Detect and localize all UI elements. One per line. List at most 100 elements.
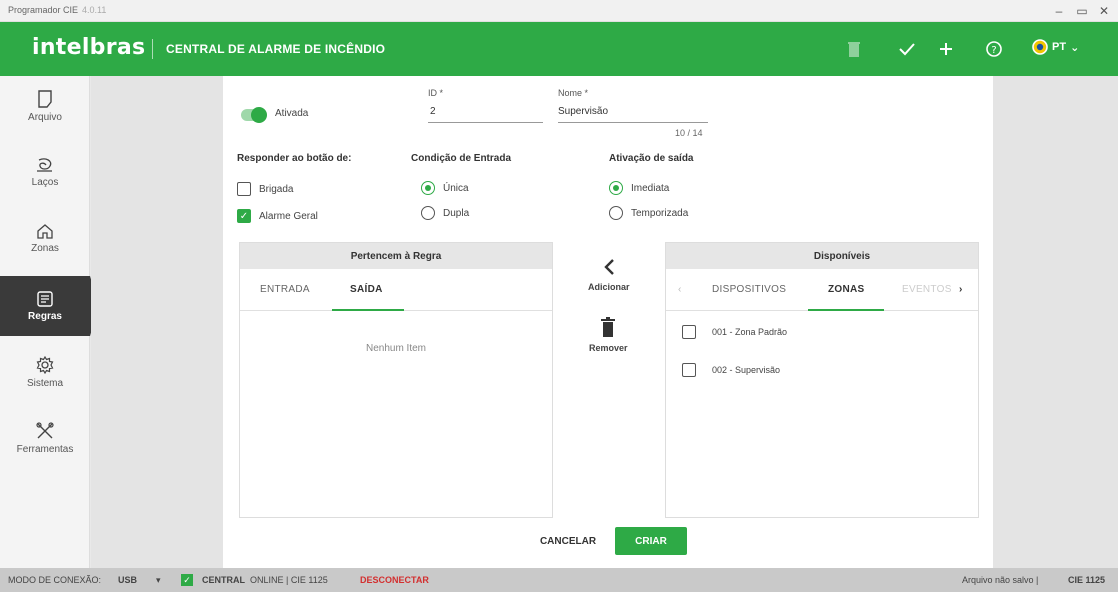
available-tabs: ‹ DISPOSITIVOS ZONAS EVENTOS ›: [666, 269, 978, 311]
sidebar-item-label: Regras: [28, 310, 62, 322]
loop-icon: [37, 157, 52, 172]
exit-activation-title: Ativação de saída: [609, 153, 694, 164]
rule-members-panel: Pertencem à Regra ENTRADA SAÍDA Nenhum I…: [239, 242, 553, 518]
empty-list-message: Nenhum Item: [365, 343, 427, 354]
chevron-down-icon[interactable]: ▾: [156, 575, 161, 586]
disconnect-link[interactable]: DESCONECTAR: [360, 575, 429, 585]
brand-logo: intelbras: [32, 35, 146, 60]
checkbox-alarme-geral[interactable]: ✓ Alarme Geral: [237, 209, 318, 223]
active-tab-indicator: [808, 309, 884, 311]
cancel-button[interactable]: CANCELAR: [531, 527, 605, 555]
tab-eventos[interactable]: EVENTOS: [902, 284, 952, 295]
checkbox-box[interactable]: [682, 363, 696, 377]
list-item[interactable]: 001 - Zona Padrão: [682, 325, 787, 339]
language-code: PT: [1052, 41, 1067, 53]
remove-button[interactable]: Remover: [589, 317, 628, 353]
create-button[interactable]: CRIAR: [615, 527, 687, 555]
radio-button-checked[interactable]: [609, 181, 623, 195]
sidebar-item-sistema[interactable]: Sistema: [0, 342, 90, 402]
sidebar-item-ferramentas[interactable]: Ferramentas: [0, 408, 90, 468]
checkbox-box-checked[interactable]: ✓: [237, 209, 251, 223]
sidebar-item-label: Sistema: [26, 377, 64, 389]
trash-icon: [601, 317, 616, 337]
sidebar-item-lacos[interactable]: Laços: [0, 142, 90, 202]
checkbox-brigada[interactable]: Brigada: [237, 182, 293, 196]
plus-icon[interactable]: [932, 35, 960, 63]
sidebar-item-label: Arquivo: [28, 111, 62, 123]
radio-button[interactable]: [609, 206, 623, 220]
sidebar-item-label: Ferramentas: [16, 443, 74, 455]
list-item[interactable]: 002 - Supervisão: [682, 363, 780, 377]
rule-editor: Ativada ID * 2 Nome * Supervisão 10 / 14…: [223, 76, 993, 568]
header-divider: [152, 39, 153, 59]
close-button[interactable]: ✕: [1095, 2, 1113, 20]
right-gutter: [993, 76, 1118, 568]
active-toggle-label: Ativada: [275, 108, 309, 119]
help-icon[interactable]: ?: [980, 35, 1008, 63]
maximize-button[interactable]: ▭: [1073, 2, 1091, 20]
sidebar-item-regras[interactable]: Regras: [0, 276, 99, 336]
app-header: intelbras CENTRAL DE ALARME DE INCÊNDIO …: [0, 22, 1118, 76]
radio-label: Temporizada: [631, 207, 689, 219]
tabs-scroll-left-icon[interactable]: ‹: [678, 284, 682, 295]
tools-icon: [36, 421, 54, 438]
tab-saida[interactable]: SAÍDA: [350, 284, 383, 295]
sidebar-item-label: Zonas: [31, 242, 59, 254]
respond-title: Responder ao botão de:: [237, 153, 352, 164]
tab-entrada[interactable]: ENTRADA: [260, 284, 310, 295]
checkbox-label: Brigada: [259, 183, 294, 195]
central-label: CENTRAL: [202, 575, 245, 585]
app-version: 4.0.11: [82, 5, 107, 15]
trash-icon[interactable]: [840, 35, 868, 63]
id-label: ID *: [428, 88, 444, 98]
language-selector[interactable]: PT ⌄: [1032, 39, 1079, 55]
file-status: Arquivo não salvo |: [962, 575, 1039, 585]
chevron-down-icon: ⌄: [1070, 41, 1080, 54]
minimize-button[interactable]: –: [1050, 2, 1068, 20]
active-tab-indicator: [332, 309, 404, 311]
rule-members-tabs: ENTRADA SAÍDA: [240, 269, 552, 311]
entry-condition-title: Condição de Entrada: [411, 153, 512, 164]
radio-label: Imediata: [631, 182, 670, 194]
tab-zonas[interactable]: ZONAS: [828, 284, 865, 295]
remove-button-label: Remover: [589, 343, 628, 353]
available-panel: Disponíveis ‹ DISPOSITIVOS ZONAS EVENTOS…: [665, 242, 979, 518]
sidebar: Arquivo Laços Zonas Regras Sistema Ferra…: [0, 76, 99, 568]
add-button-label: Adicionar: [588, 282, 630, 292]
radio-label: Dupla: [443, 207, 470, 219]
add-button[interactable]: Adicionar: [588, 258, 630, 292]
central-online-status: ONLINE | CIE 1125: [250, 575, 328, 585]
rule-members-title: Pertencem à Regra: [240, 243, 552, 269]
radio-dupla[interactable]: Dupla: [421, 206, 469, 220]
model-label: CIE 1125: [1068, 575, 1106, 585]
checkbox-box[interactable]: [682, 325, 696, 339]
status-bar: MODO DE CONEXÃO: USB ▾ ✓ CENTRAL ONLINE …: [0, 568, 1118, 592]
check-icon[interactable]: [893, 35, 921, 63]
radio-label: Única: [443, 182, 469, 194]
name-label: Nome *: [558, 88, 589, 98]
id-field[interactable]: 2: [430, 106, 436, 117]
file-icon: [38, 89, 52, 108]
radio-temporizada[interactable]: Temporizada: [609, 206, 688, 220]
id-field-underline: [428, 122, 543, 123]
radio-unica[interactable]: Única: [421, 181, 469, 195]
name-field[interactable]: Supervisão: [558, 106, 608, 117]
active-toggle[interactable]: [241, 107, 267, 123]
list-item-label: 002 - Supervisão: [712, 365, 781, 375]
connection-mode-value[interactable]: USB: [118, 575, 137, 585]
connection-mode-label: MODO DE CONEXÃO:: [8, 575, 102, 585]
radio-button-checked[interactable]: [421, 181, 435, 195]
chevron-left-icon: [604, 259, 614, 275]
available-title: Disponíveis: [666, 243, 978, 269]
checkbox-label: Alarme Geral: [259, 210, 318, 222]
radio-imediata[interactable]: Imediata: [609, 181, 669, 195]
tab-dispositivos[interactable]: DISPOSITIVOS: [712, 284, 786, 295]
tabs-scroll-right-icon[interactable]: ›: [959, 284, 963, 295]
online-check-icon: ✓: [181, 574, 193, 586]
home-icon: [37, 223, 53, 239]
radio-button[interactable]: [421, 206, 435, 220]
sidebar-item-arquivo[interactable]: Arquivo: [0, 76, 90, 136]
sidebar-item-zonas[interactable]: Zonas: [0, 208, 90, 268]
svg-text:?: ?: [991, 45, 996, 56]
checkbox-box[interactable]: [237, 182, 251, 196]
